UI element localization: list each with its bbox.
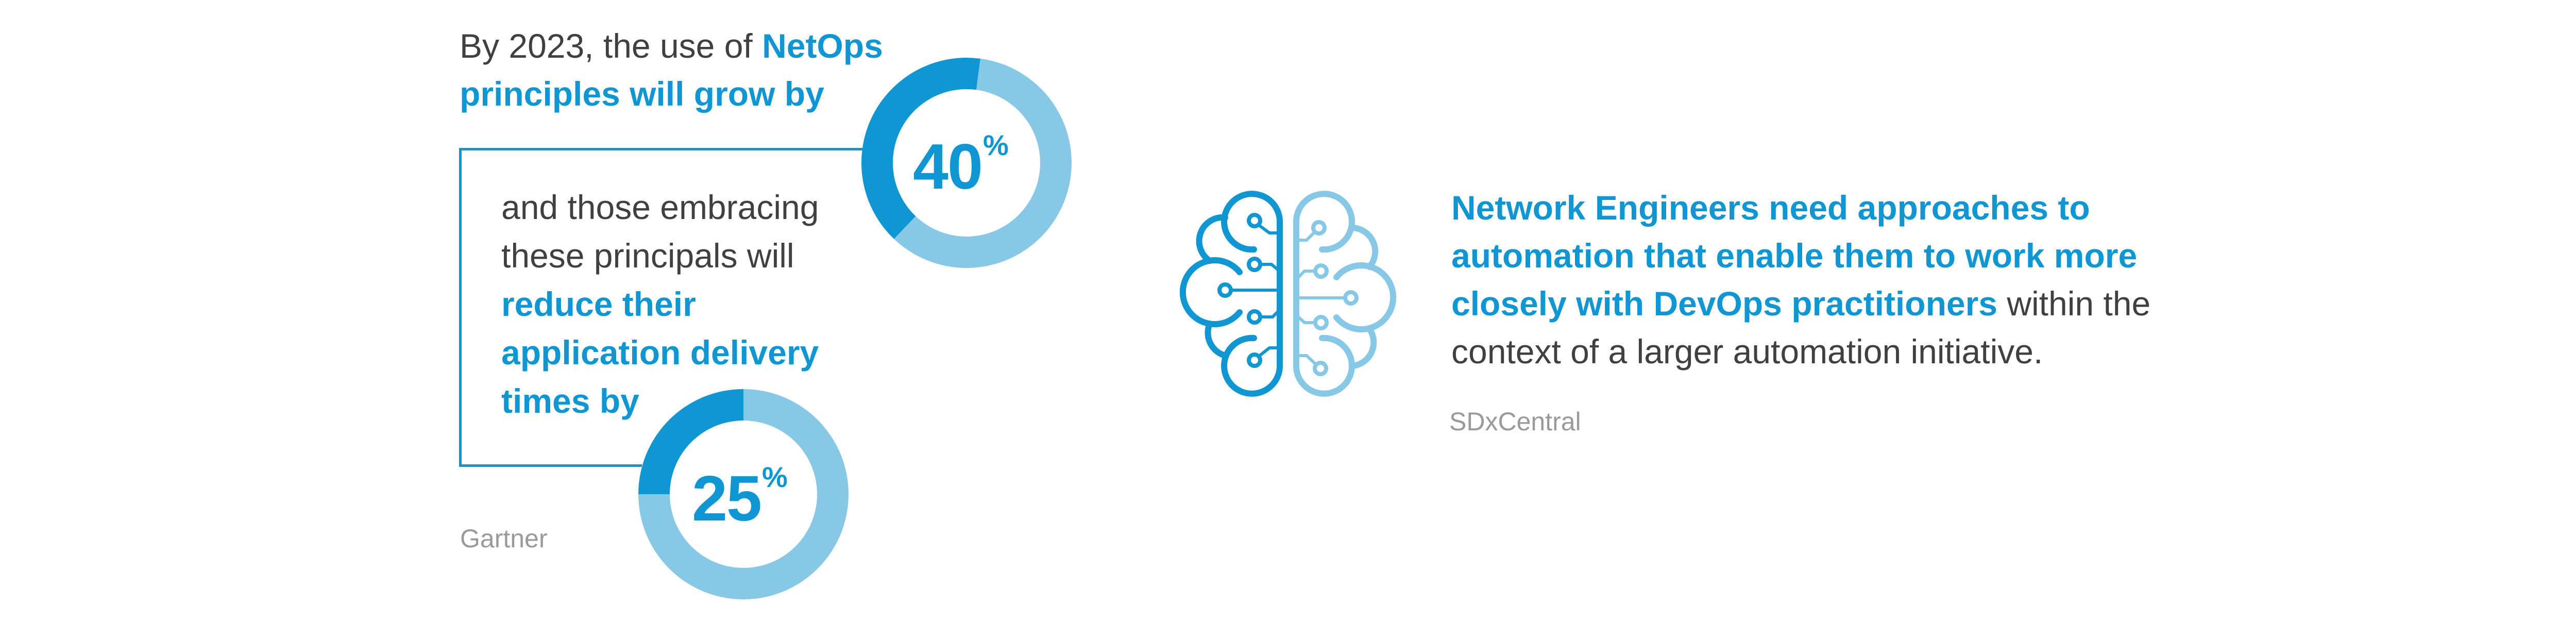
intro-line-1: By 2023, the use of NetOps <box>460 29 883 63</box>
quote-line-2: automation that enable them to work more <box>1451 239 2137 273</box>
quote-line-4: context of a larger automation initiativ… <box>1451 334 2043 368</box>
source-sdxcentral: SDxCentral <box>1449 407 1581 436</box>
box-line-1: and those embracing <box>501 190 819 224</box>
brain-left-hemisphere <box>1179 191 1283 397</box>
intro-text: By 2023, the use of <box>460 27 762 65</box>
bracket-top-line <box>459 148 866 150</box>
quote-highlight: closely with DevOps practitioners <box>1451 284 1997 323</box>
quote-text: within the <box>1997 284 2151 323</box>
growth-stat-label: 40% <box>913 131 1009 199</box>
box-text-highlight: times by <box>501 382 639 420</box>
growth-stat-value: 40 <box>913 131 983 203</box>
bracket-bottom-line <box>459 464 642 467</box>
quote-text: context of a larger automation initiativ… <box>1451 332 2043 371</box>
intro-line-2: principles will grow by <box>460 75 824 113</box>
box-line-3: reduce their <box>501 287 696 321</box>
box-text-highlight: reduce their <box>501 285 696 323</box>
brain-circuit-icon <box>1179 191 1397 397</box>
brain-right-hemisphere <box>1293 191 1397 397</box>
box-text: these principals will <box>501 237 794 275</box>
quote-highlight: Network Engineers need approaches to <box>1451 189 2090 227</box>
reduction-stat-label: 25% <box>692 463 788 531</box>
growth-stat-unit: % <box>982 129 1009 161</box>
reduction-stat-value: 25 <box>692 463 762 534</box>
reduction-stat-unit: % <box>761 461 788 493</box>
quote-highlight: automation that enable them to work more <box>1451 237 2138 275</box>
box-line-2: these principals will <box>501 239 794 273</box>
quote-line-1: Network Engineers need approaches to <box>1451 191 2090 225</box>
source-gartner: Gartner <box>460 524 548 553</box>
quote-line-3: closely with DevOps practitioners within… <box>1451 287 2150 321</box>
box-line-5: times by <box>501 384 639 418</box>
bracket-left-line <box>459 148 462 467</box>
box-text: and those embracing <box>501 188 819 226</box>
box-line-4: application delivery <box>501 335 819 370</box>
box-text-highlight: application delivery <box>501 333 819 372</box>
